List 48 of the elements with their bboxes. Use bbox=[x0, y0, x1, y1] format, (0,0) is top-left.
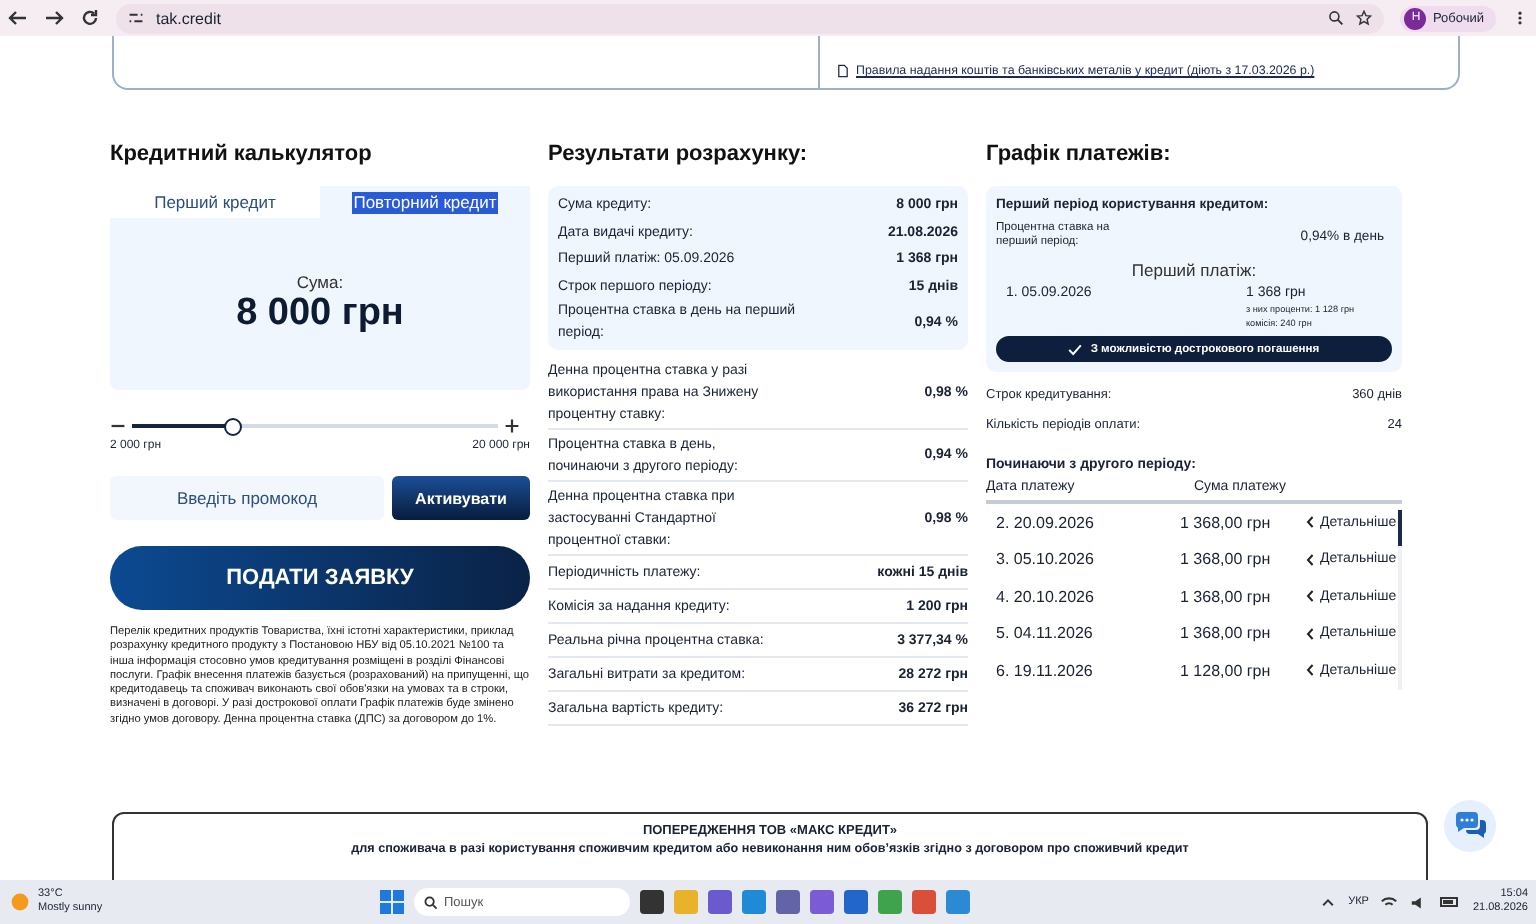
app-icon[interactable] bbox=[708, 890, 732, 914]
section-heading: Кредитний калькулятор bbox=[110, 142, 374, 166]
payment-date: 6. 19.11.2026 bbox=[996, 661, 1095, 680]
promo-code-field[interactable]: Введіть промокод bbox=[110, 476, 384, 520]
zoom-icon bbox=[1328, 10, 1345, 26]
plus-icon bbox=[504, 418, 520, 434]
app-icon[interactable] bbox=[912, 890, 936, 914]
document-icon bbox=[836, 64, 850, 78]
search-icon bbox=[424, 895, 438, 909]
chat-button[interactable] bbox=[1444, 800, 1496, 852]
payment-date: 3. 05.10.2026 bbox=[996, 550, 1096, 569]
chevron-left-icon bbox=[1306, 664, 1314, 677]
section-heading: Графік платежів: bbox=[986, 142, 1173, 166]
payment-date: 4. 20.10.2026 bbox=[996, 587, 1096, 606]
payment-amount: 1 368,00 грн bbox=[1180, 513, 1273, 532]
check-icon bbox=[1068, 343, 1083, 355]
chevron-left-icon bbox=[1306, 627, 1314, 640]
section-heading: Результати розрахунку: bbox=[548, 142, 810, 166]
back-icon[interactable] bbox=[8, 8, 28, 28]
reload-icon[interactable] bbox=[80, 8, 100, 28]
app-icon[interactable] bbox=[810, 890, 834, 914]
payment-date: 2. 20.09.2026 bbox=[996, 513, 1096, 532]
site-settings-icon bbox=[128, 10, 144, 26]
amount-value: 8 000 грн bbox=[236, 292, 404, 336]
star-icon bbox=[1356, 10, 1373, 26]
address-bar[interactable]: tak.credit bbox=[116, 3, 1385, 33]
chevron-left-icon bbox=[1306, 590, 1314, 603]
amount-label: Сума: bbox=[296, 272, 344, 292]
wifi-icon bbox=[1380, 893, 1399, 911]
app-icon[interactable] bbox=[640, 890, 664, 914]
battery-icon bbox=[1440, 892, 1461, 912]
activate-button[interactable]: Активувати bbox=[392, 476, 530, 520]
chevron-left-icon bbox=[1306, 516, 1314, 529]
app-icon[interactable] bbox=[844, 890, 868, 914]
payment-amount: 1 368,00 грн bbox=[1180, 550, 1273, 569]
payment-amount: 1 368,00 грн bbox=[1180, 587, 1273, 606]
payment-amount: 1 128,00 грн bbox=[1180, 661, 1273, 680]
forward-icon[interactable] bbox=[44, 8, 64, 28]
caret-up-icon bbox=[1320, 894, 1337, 910]
app-icon[interactable] bbox=[776, 890, 800, 914]
first-payment-title: Перший платіж: bbox=[1129, 260, 1259, 280]
payment-amount: 1 368,00 грн bbox=[1180, 624, 1273, 643]
credit-tab[interactable]: Повторний кредит bbox=[320, 186, 530, 218]
chevron-left-icon bbox=[1306, 553, 1314, 566]
payment-date: 5. 04.11.2026 bbox=[996, 624, 1095, 643]
windows-start-icon[interactable] bbox=[380, 890, 404, 914]
submit-application-button[interactable]: ПОДАТИ ЗАЯВКУ bbox=[110, 546, 530, 610]
chat-bubbles-icon bbox=[1454, 812, 1486, 840]
